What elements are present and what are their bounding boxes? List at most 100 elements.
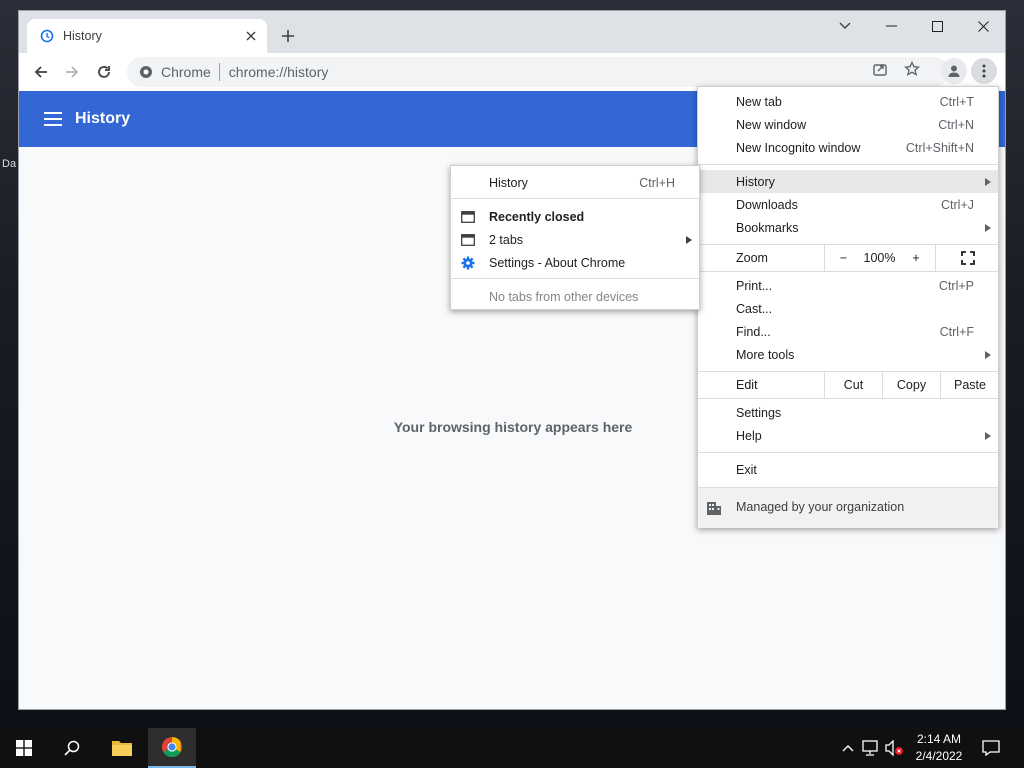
taskbar-search-button[interactable]: [48, 728, 96, 768]
cut-button[interactable]: Cut: [824, 372, 882, 398]
show-hidden-icons-button[interactable]: [838, 738, 858, 758]
edit-label: Edit: [736, 378, 758, 392]
zoom-level: 100%: [863, 251, 896, 265]
plus-icon: [282, 30, 294, 42]
taskbar-clock[interactable]: 2:14 AM 2/4/2022: [906, 731, 972, 765]
menu-item-help[interactable]: Help: [698, 424, 998, 447]
submenu-item-settings-about-chrome[interactable]: Settings - About Chrome: [451, 251, 699, 274]
zoom-row: Zoom − 100% +: [698, 245, 998, 271]
reload-button[interactable]: [92, 60, 116, 84]
close-icon[interactable]: [243, 28, 259, 44]
tab-strip: History: [19, 11, 1005, 53]
caret-right-icon: [984, 431, 992, 440]
menu-divider: [451, 198, 699, 199]
back-icon: [34, 66, 47, 78]
profile-icon: [948, 65, 960, 77]
menu-item-downloads[interactable]: Downloads Ctrl+J: [698, 193, 998, 216]
volume-button[interactable]: [885, 738, 905, 758]
clock-date: 2/4/2022: [915, 749, 963, 763]
menu-item-more-tools[interactable]: More tools: [698, 343, 998, 366]
menu-divider: [698, 398, 998, 399]
maximize-icon: [931, 20, 943, 32]
history-submenu: History Ctrl+H Recently closed 2 tabs Se…: [450, 165, 700, 310]
edit-row: Edit Cut Copy Paste: [698, 372, 998, 398]
managed-by-organization[interactable]: Managed by your organization: [698, 488, 998, 528]
submenu-item-history[interactable]: History Ctrl+H: [451, 171, 699, 194]
share-icon: [873, 64, 887, 76]
share-button[interactable]: [871, 60, 889, 78]
menu-item-history[interactable]: History: [698, 170, 998, 193]
menu-item-new-window[interactable]: New window Ctrl+N: [698, 113, 998, 136]
zoom-in-button[interactable]: +: [897, 245, 935, 271]
menu-item-label: More tools: [736, 347, 795, 362]
menu-item-new-incognito-window[interactable]: New Incognito window Ctrl+Shift+N: [698, 136, 998, 159]
clock-time: 2:14 AM: [916, 732, 962, 746]
fullscreen-button[interactable]: [935, 245, 999, 271]
tab-search-button[interactable]: [822, 11, 868, 41]
zoom-out-button[interactable]: −: [824, 245, 862, 271]
menu-item-label: Cast...: [736, 301, 773, 316]
menu-divider: [698, 271, 998, 272]
tab-history[interactable]: History: [27, 19, 267, 53]
menu-item-label: New tab: [736, 94, 782, 109]
submenu-item-2-tabs[interactable]: 2 tabs: [451, 228, 699, 251]
copy-button[interactable]: Copy: [882, 372, 940, 398]
menu-item-label: Print...: [736, 278, 773, 293]
chrome-site-icon: [139, 65, 153, 79]
chevron-down-icon: [839, 22, 851, 29]
menu-item-exit[interactable]: Exit: [698, 458, 998, 481]
maximize-button[interactable]: [914, 11, 960, 41]
desktop-icon-label[interactable]: Da: [2, 158, 16, 170]
menu-divider: [698, 164, 998, 165]
menu-item-label: 2 tabs: [489, 232, 524, 247]
kebab-menu-icon: [982, 64, 986, 78]
windows-start-icon: [16, 740, 32, 756]
chrome-taskbar-button[interactable]: [148, 728, 196, 768]
menu-item-label: New Incognito window: [736, 140, 861, 155]
minimize-button[interactable]: [868, 11, 914, 41]
menu-item-shortcut: Ctrl+F: [939, 324, 974, 339]
menu-item-shortcut: Ctrl+N: [938, 117, 974, 132]
file-explorer-button[interactable]: [98, 728, 146, 768]
paste-button[interactable]: Paste: [940, 372, 999, 398]
menu-item-label: No tabs from other devices: [489, 289, 639, 304]
chrome-main-menu: New tab Ctrl+T New window Ctrl+N New Inc…: [697, 86, 999, 528]
back-button[interactable]: [29, 60, 53, 84]
bookmark-star-button[interactable]: [903, 60, 921, 78]
star-icon: [904, 61, 920, 76]
submenu-item-no-tabs: No tabs from other devices: [451, 285, 699, 308]
menu-item-label: Exit: [736, 462, 757, 477]
menu-item-bookmarks[interactable]: Bookmarks: [698, 216, 998, 239]
menu-item-new-tab[interactable]: New tab Ctrl+T: [698, 90, 998, 113]
new-tab-button[interactable]: [277, 25, 299, 47]
menu-item-find[interactable]: Find... Ctrl+F: [698, 320, 998, 343]
menu-divider: [698, 452, 998, 453]
caret-right-icon: [984, 350, 992, 359]
caret-right-icon: [984, 223, 992, 232]
hamburger-icon[interactable]: [43, 109, 63, 129]
menu-item-shortcut: Ctrl+J: [941, 197, 974, 212]
network-button[interactable]: [861, 738, 881, 758]
network-icon: [862, 740, 878, 756]
chrome-menu-button[interactable]: [971, 58, 997, 84]
caret-up-icon: [842, 745, 854, 752]
building-icon: [706, 500, 722, 516]
address-bar[interactable]: Chrome chrome://history: [127, 57, 949, 87]
tab-window-icon: [461, 210, 475, 224]
menu-item-label: History: [736, 174, 775, 189]
omnibox-separator: [218, 63, 220, 81]
menu-item-shortcut: Ctrl+P: [938, 278, 974, 293]
menu-item-print[interactable]: Print... Ctrl+P: [698, 274, 998, 297]
forward-button[interactable]: [60, 60, 84, 84]
menu-item-cast[interactable]: Cast...: [698, 297, 998, 320]
profile-button[interactable]: [941, 58, 967, 84]
site-chip: Chrome: [161, 64, 211, 80]
window-close-button[interactable]: [960, 11, 1005, 41]
submenu-item-recently-closed: Recently closed: [451, 205, 699, 228]
menu-item-settings[interactable]: Settings: [698, 401, 998, 424]
menu-divider: [451, 278, 699, 279]
start-button[interactable]: [0, 728, 48, 768]
action-center-button[interactable]: [981, 738, 1001, 758]
menu-item-label: Find...: [736, 324, 771, 339]
menu-item-label: Settings - About Chrome: [489, 255, 626, 270]
